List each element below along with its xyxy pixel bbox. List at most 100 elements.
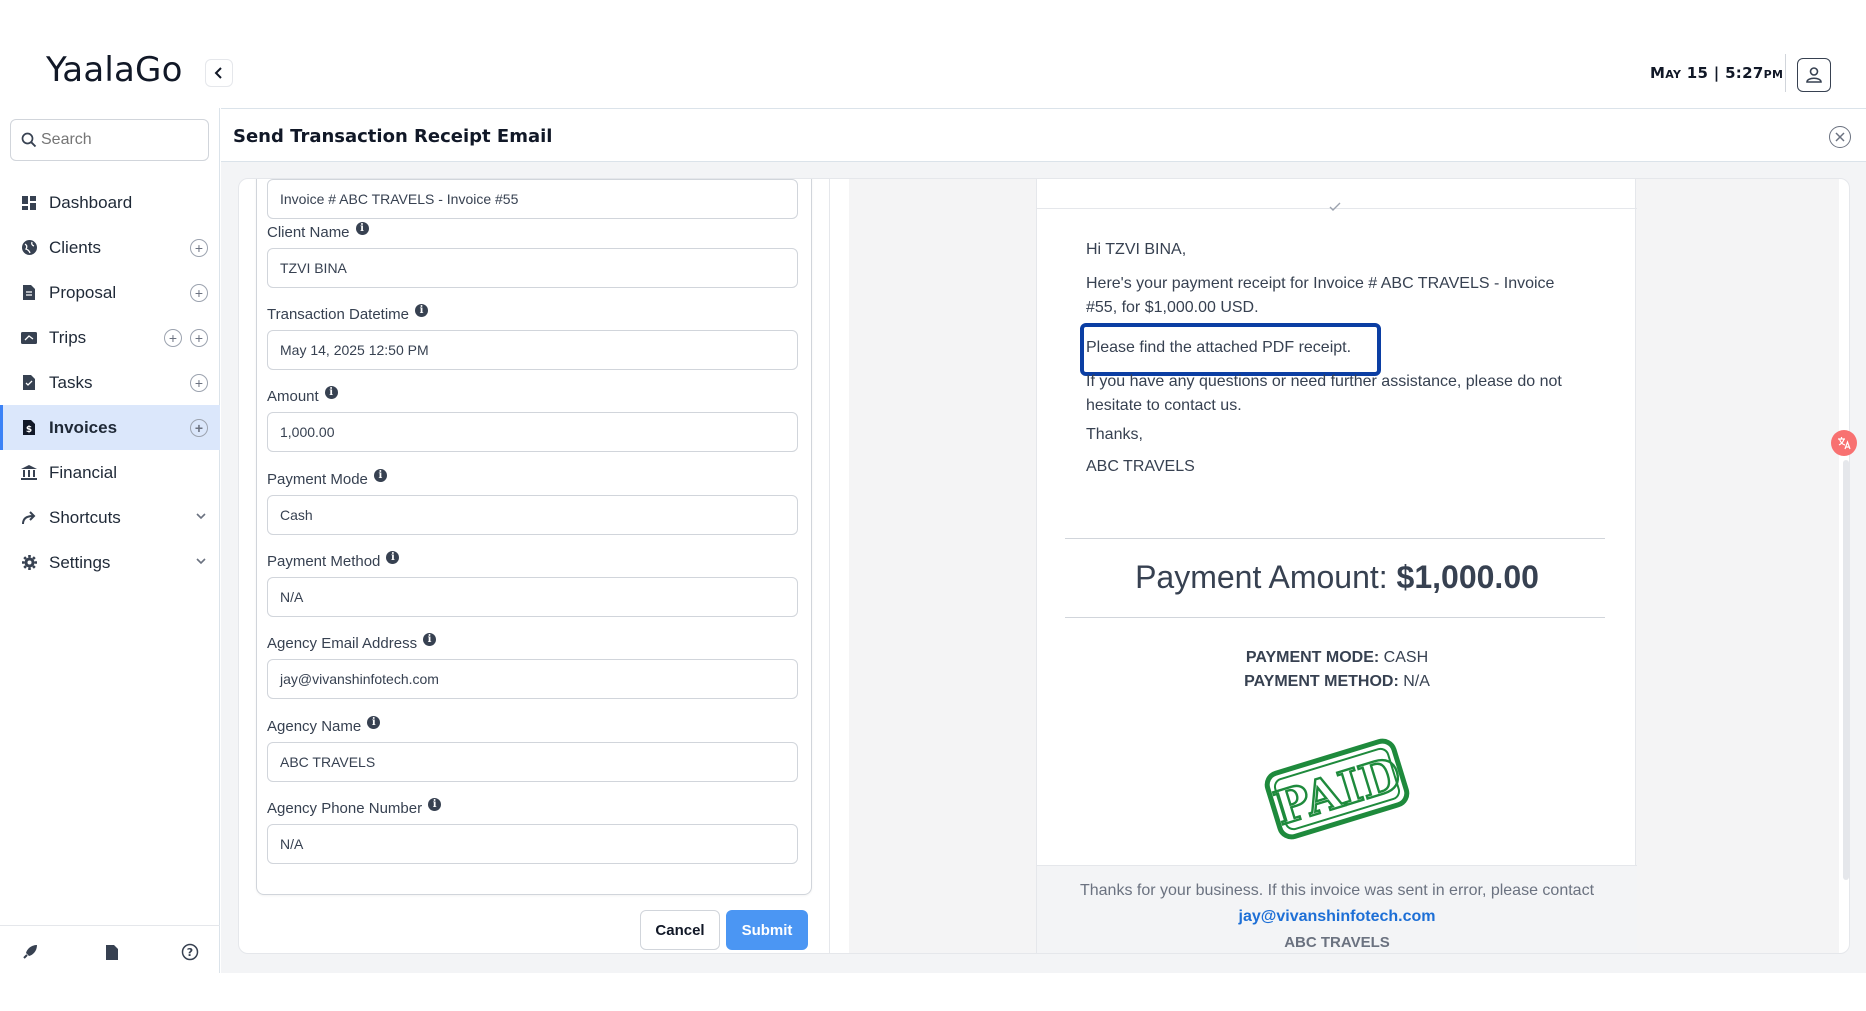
globe-icon: [20, 239, 38, 257]
payment-amount-value: $1,000.00: [1396, 559, 1539, 595]
search-box[interactable]: [10, 119, 209, 161]
svg-text:$: $: [26, 425, 32, 435]
header-divider: [1785, 54, 1786, 92]
search-icon: [21, 132, 37, 148]
client-name-label: Client Name i: [267, 222, 369, 241]
email-footer: Thanks for your business. If this invoic…: [1037, 865, 1637, 953]
user-menu-button[interactable]: [1797, 58, 1831, 92]
sidebar-item-label: Tasks: [49, 372, 93, 392]
sidebar-item-dashboard[interactable]: Dashboard: [0, 180, 220, 225]
email-preview: Hi TZVI BINA, Here's your payment receip…: [849, 179, 1839, 953]
footer-email-link[interactable]: jay@vivanshinfotech.com: [1239, 908, 1436, 925]
app-logo[interactable]: YaalaGo: [46, 50, 183, 90]
divider: [1065, 617, 1605, 618]
info-icon[interactable]: i: [367, 716, 381, 729]
modal-body: Invoice # ABC TRAVELS - Invoice #55 Clie…: [238, 178, 1850, 954]
info-icon[interactable]: i: [386, 551, 400, 564]
close-icon: [1835, 132, 1845, 142]
paid-stamp: PAID: [1264, 738, 1410, 840]
field-label-text: Transaction Datetime: [267, 306, 410, 323]
add-task-button[interactable]: +: [190, 373, 208, 392]
chevron-left-icon: [214, 67, 222, 79]
sidebar-item-shortcuts[interactable]: Shortcuts: [0, 495, 220, 540]
email-content: Hi TZVI BINA, Here's your payment receip…: [1036, 179, 1637, 953]
sidebar-item-label: Financial: [49, 462, 118, 482]
transaction-datetime-label: Transaction Datetime i: [267, 304, 429, 323]
rocket-icon[interactable]: [20, 942, 40, 962]
info-icon[interactable]: i: [423, 633, 437, 646]
add-trip-secondary-button[interactable]: +: [190, 328, 208, 347]
payment-mode-label-text: PAYMENT MODE:: [1245, 649, 1380, 666]
info-icon[interactable]: i: [355, 222, 369, 235]
agency-name-field[interactable]: ABC TRAVELS: [267, 742, 798, 782]
user-icon: [1806, 67, 1822, 83]
info-icon[interactable]: i: [415, 304, 429, 317]
add-client-button[interactable]: +: [190, 238, 208, 257]
close-modal-button[interactable]: [1829, 126, 1851, 148]
sidebar-item-invoices[interactable]: $ Invoices +: [0, 405, 220, 450]
payment-method-label: Payment Method i: [267, 551, 400, 570]
clipboard-icon: [20, 374, 38, 392]
modal-title: Send Transaction Receipt Email: [233, 126, 553, 147]
email-thanks: Thanks,: [1086, 426, 1143, 443]
info-icon[interactable]: i: [324, 386, 338, 399]
payment-amount: Payment Amount: $1,000.00: [1037, 559, 1637, 596]
submit-button[interactable]: Submit: [726, 910, 808, 950]
divider: [1065, 538, 1605, 539]
highlight-box: [1080, 323, 1381, 376]
translate-icon[interactable]: [1831, 430, 1857, 456]
chevron-down-icon[interactable]: [194, 509, 208, 523]
help-icon[interactable]: ?: [180, 942, 200, 962]
agency-email-label: Agency Email Address i: [267, 633, 437, 652]
agency-phone-label: Agency Phone Number i: [267, 798, 442, 817]
sidebar-item-settings[interactable]: Settings: [0, 540, 220, 585]
search-input[interactable]: [41, 131, 191, 149]
invoice-icon: $: [20, 419, 38, 437]
field-label-text: Payment Method: [267, 553, 381, 570]
field-label-text: Agency Name: [267, 718, 362, 735]
payment-method-line: PAYMENT METHOD: N/A: [1037, 673, 1637, 691]
field-label-text: Agency Phone Number: [267, 800, 423, 817]
sidebar: Dashboard Clients + Proposal + Trips + +…: [0, 108, 220, 973]
sidebar-footer: ?: [0, 925, 220, 973]
sidebar-item-tasks[interactable]: Tasks +: [0, 360, 220, 405]
add-trip-button[interactable]: +: [164, 328, 182, 347]
collapse-sidebar-button[interactable]: [205, 59, 233, 87]
sidebar-item-proposal[interactable]: Proposal +: [0, 270, 220, 315]
modal-header: Send Transaction Receipt Email: [221, 108, 1866, 162]
ticket-icon: [20, 329, 38, 347]
payment-mode-field[interactable]: Cash: [267, 495, 798, 535]
add-proposal-button[interactable]: +: [190, 283, 208, 302]
info-icon[interactable]: i: [428, 798, 442, 811]
bank-icon: [20, 464, 38, 482]
sidebar-item-financial[interactable]: Financial: [0, 450, 220, 495]
cancel-button[interactable]: Cancel: [640, 910, 720, 950]
footer-text: Thanks for your business. If this invoic…: [1077, 878, 1597, 930]
client-name-field[interactable]: TZVI BINA: [267, 248, 798, 288]
add-invoice-button[interactable]: +: [190, 418, 208, 437]
field-label-text: Client Name: [267, 224, 350, 241]
sidebar-item-trips[interactable]: Trips + +: [0, 315, 220, 360]
info-icon[interactable]: i: [373, 469, 387, 482]
file-icon[interactable]: [102, 942, 122, 962]
sidebar-item-label: Invoices: [49, 417, 118, 437]
receipt-form: Invoice # ABC TRAVELS - Invoice #55 Clie…: [256, 179, 812, 895]
invoice-field[interactable]: Invoice # ABC TRAVELS - Invoice #55: [267, 179, 798, 219]
send-receipt-modal: Send Transaction Receipt Email Invoice #…: [221, 108, 1866, 973]
amount-field[interactable]: 1,000.00: [267, 412, 798, 452]
chevron-down-icon[interactable]: [194, 554, 208, 568]
payment-amount-label: Payment Amount:: [1135, 559, 1388, 595]
transaction-datetime-field[interactable]: May 14, 2025 12:50 PM: [267, 330, 798, 370]
email-signature: ABC TRAVELS: [1086, 458, 1195, 475]
amount-label: Amount i: [267, 386, 338, 405]
email-greeting: Hi TZVI BINA,: [1086, 241, 1187, 258]
checkmark-icon: [1329, 202, 1341, 211]
sidebar-item-label: Dashboard: [49, 192, 133, 212]
payment-method-field[interactable]: N/A: [267, 577, 798, 617]
gear-icon: [20, 554, 38, 572]
agency-phone-field[interactable]: N/A: [267, 824, 798, 864]
sidebar-item-label: Shortcuts: [49, 507, 121, 527]
agency-email-field[interactable]: jay@vivanshinfotech.com: [267, 659, 798, 699]
sidebar-item-clients[interactable]: Clients +: [0, 225, 220, 270]
scrollbar[interactable]: [1843, 460, 1849, 880]
